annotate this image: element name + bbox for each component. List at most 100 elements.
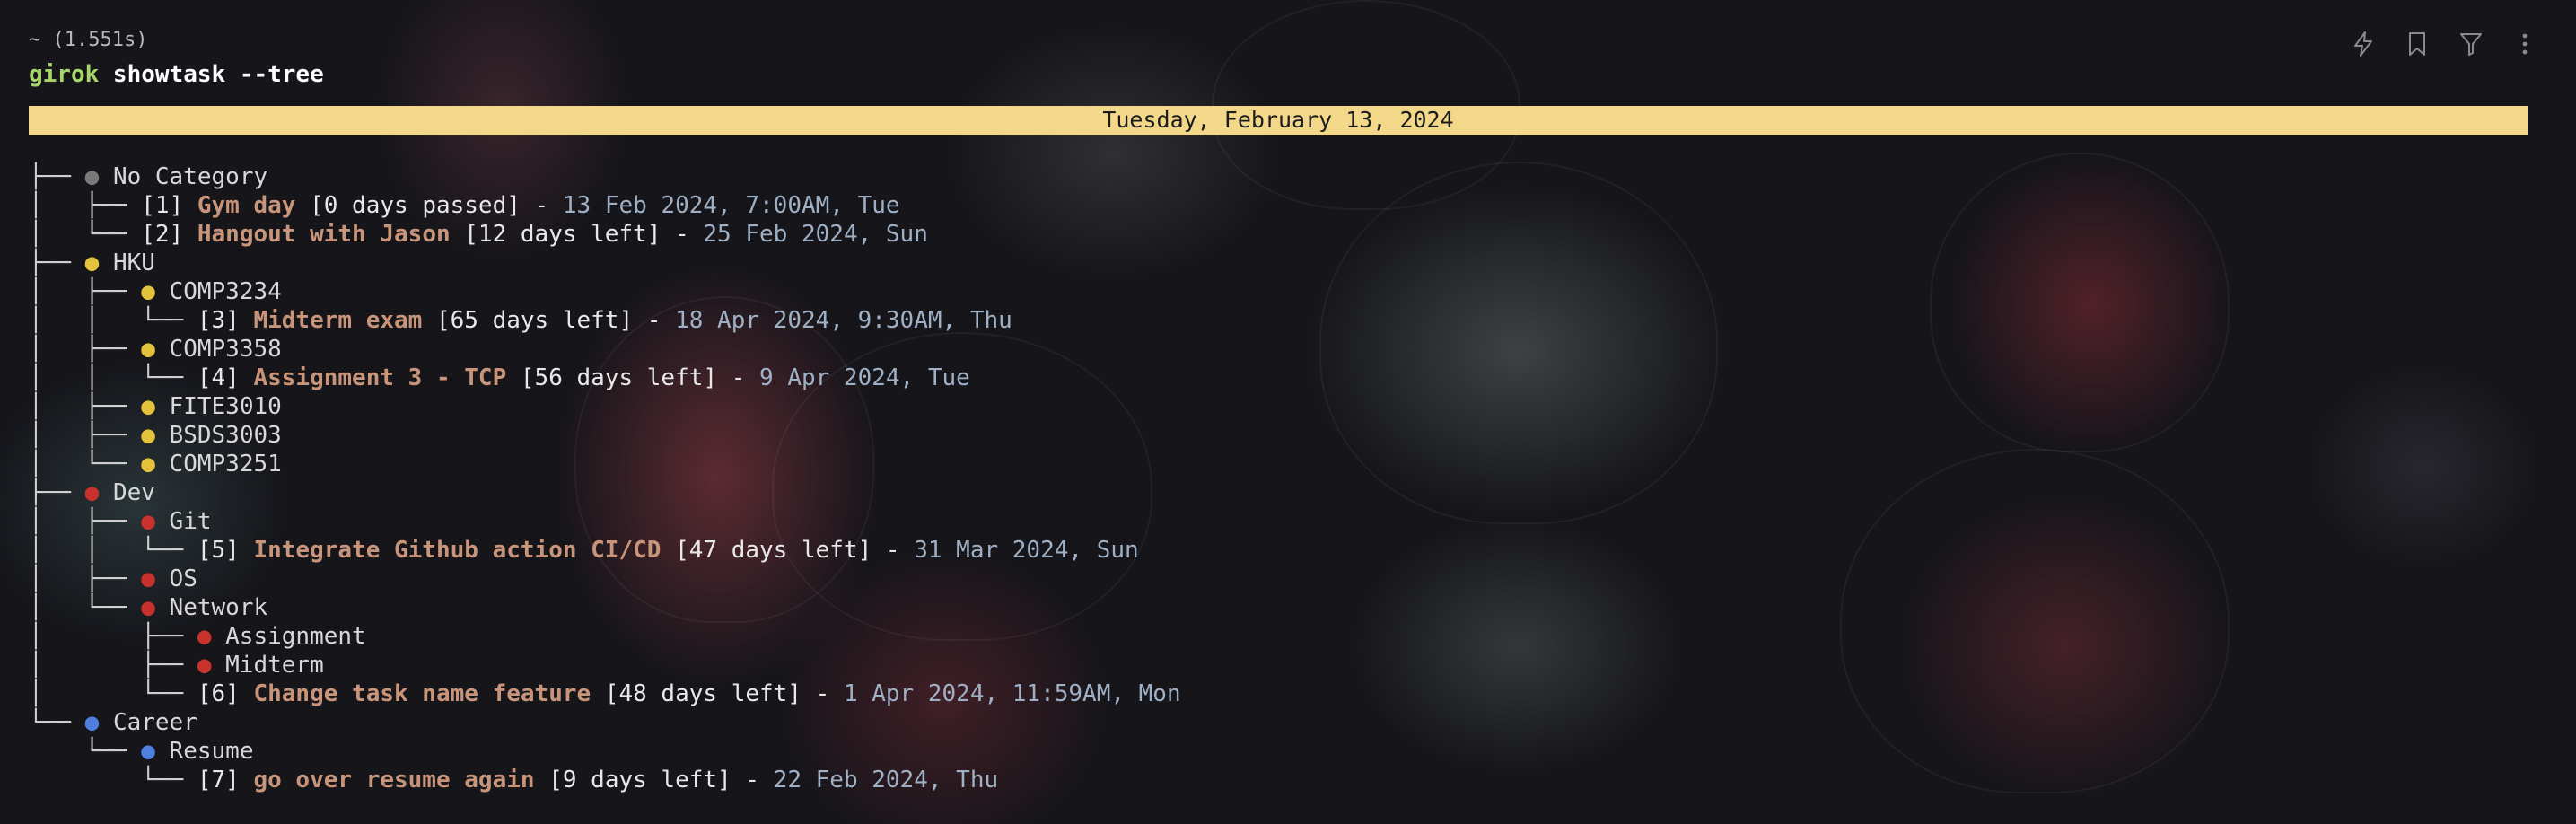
tree-guide: │ ├── xyxy=(29,393,142,420)
tree-category-row: │ ├── ● COMP3234 xyxy=(29,277,1181,306)
category-dot-icon: ● xyxy=(84,163,113,190)
command-arguments: showtask --tree xyxy=(99,61,324,88)
category-label: COMP3234 xyxy=(169,278,282,305)
task-deadline: 25 Feb 2024, Sun xyxy=(703,221,928,248)
task-id: [6] xyxy=(197,680,254,707)
category-dot-icon: ● xyxy=(141,393,170,420)
command-line: girok showtask --tree xyxy=(29,61,324,88)
tree-task-row: │ ├── [1] Gym day [0 days passed] - 13 F… xyxy=(29,191,1181,220)
category-dot-icon: ● xyxy=(141,278,170,305)
category-dot-icon: ● xyxy=(197,652,226,679)
category-dot-icon: ● xyxy=(84,250,113,276)
task-id: [4] xyxy=(197,364,254,391)
task-deadline: 1 Apr 2024, 11:59AM, Mon xyxy=(843,680,1181,707)
tree-guide: │ ├── xyxy=(29,565,142,592)
tree-guide: │ └── xyxy=(29,680,197,707)
category-label: No Category xyxy=(112,163,268,190)
task-name: Midterm exam xyxy=(253,307,423,334)
command-meta: ~ (1.551s) xyxy=(29,29,148,51)
task-remaining: [0 days passed] xyxy=(295,192,521,219)
task-deadline: 22 Feb 2024, Thu xyxy=(773,767,999,793)
category-dot-icon: ● xyxy=(141,336,170,363)
tree-guide: ├── xyxy=(29,479,85,506)
lightning-icon[interactable] xyxy=(2350,29,2377,59)
category-dot-icon: ● xyxy=(141,451,170,478)
task-separator: - xyxy=(661,221,704,248)
tree-guide: │ ├── xyxy=(29,192,142,219)
task-deadline: 13 Feb 2024, 7:00AM, Tue xyxy=(562,192,900,219)
block-toolbar xyxy=(2350,29,2538,59)
category-label: OS xyxy=(169,565,197,592)
category-label: Git xyxy=(169,508,212,535)
more-vertical-icon[interactable] xyxy=(2511,29,2538,59)
task-id: [2] xyxy=(141,221,197,248)
task-id: [7] xyxy=(197,767,254,793)
filter-icon[interactable] xyxy=(2458,29,2484,59)
tree-category-row: │ ├── ● Git xyxy=(29,507,1181,536)
tree-guide: │ ├── xyxy=(29,652,197,679)
tree-task-row: └── [7] go over resume again [9 days lef… xyxy=(29,766,1181,794)
category-dot-icon: ● xyxy=(84,479,113,506)
task-separator: - xyxy=(731,767,774,793)
command-program: girok xyxy=(29,61,100,88)
terminal-window: ~ (1.551s) girok showtask --tree Tuesday… xyxy=(0,0,2576,824)
tree-category-row: │ ├── ● Assignment xyxy=(29,622,1181,651)
task-deadline: 9 Apr 2024, Tue xyxy=(759,364,970,391)
tree-guide: │ │ └── xyxy=(29,537,197,564)
tree-guide: │ ├── xyxy=(29,623,197,650)
task-remaining: [9 days left] xyxy=(534,767,732,793)
tree-category-row: └── ● Resume xyxy=(29,737,1181,766)
tree-guide: │ └── xyxy=(29,594,142,621)
tree-category-row: │ └── ● Network xyxy=(29,593,1181,622)
tree-guide: │ ├── xyxy=(29,422,142,449)
tree-category-row: │ ├── ● COMP3358 xyxy=(29,335,1181,364)
task-separator: - xyxy=(717,364,760,391)
bookmark-icon[interactable] xyxy=(2404,29,2431,59)
category-dot-icon: ● xyxy=(141,738,170,765)
task-name: Change task name feature xyxy=(253,680,591,707)
tree-guide: │ └── xyxy=(29,451,142,478)
tree-category-row: │ └── ● COMP3251 xyxy=(29,450,1181,478)
task-separator: - xyxy=(520,192,563,219)
tree-guide: │ ├── xyxy=(29,336,142,363)
tree-guide: │ ├── xyxy=(29,278,142,305)
tree-category-row: └── ● Career xyxy=(29,708,1181,737)
task-id: [5] xyxy=(197,537,254,564)
category-dot-icon: ● xyxy=(84,709,113,736)
category-dot-icon: ● xyxy=(197,623,226,650)
category-label: COMP3358 xyxy=(169,336,282,363)
tree-guide: │ └── xyxy=(29,221,142,248)
tree-category-row: │ ├── ● Midterm xyxy=(29,651,1181,679)
task-tree: ├── ● No Category │ ├── [1] Gym day [0 da… xyxy=(29,162,1181,794)
tree-guide: └── xyxy=(29,738,142,765)
category-dot-icon: ● xyxy=(141,565,170,592)
task-name: go over resume again xyxy=(253,767,535,793)
tree-category-row: │ ├── ● BSDS3003 xyxy=(29,421,1181,450)
background-jellyfish xyxy=(1319,162,1718,524)
tree-guide: ├── xyxy=(29,163,85,190)
tree-task-row: │ └── [6] Change task name feature [48 d… xyxy=(29,679,1181,708)
task-id: [1] xyxy=(141,192,197,219)
tree-guide: ├── xyxy=(29,250,85,276)
tree-category-row: ├── ● Dev xyxy=(29,478,1181,507)
tree-guide: │ │ └── xyxy=(29,364,197,391)
tree-task-row: │ │ └── [5] Integrate Github action CI/C… xyxy=(29,536,1181,565)
category-label: HKU xyxy=(112,250,155,276)
tree-guide: └── xyxy=(29,767,197,793)
date-banner: Tuesday, February 13, 2024 xyxy=(29,106,2528,135)
task-separator: - xyxy=(872,537,915,564)
tree-category-row: ├── ● No Category xyxy=(29,162,1181,191)
category-dot-icon: ● xyxy=(141,508,170,535)
category-label: Midterm xyxy=(225,652,324,679)
tree-category-row: │ ├── ● OS xyxy=(29,565,1181,593)
category-label: BSDS3003 xyxy=(169,422,282,449)
category-label: Career xyxy=(112,709,197,736)
tree-task-row: │ │ └── [3] Midterm exam [65 days left] … xyxy=(29,306,1181,335)
category-label: Dev xyxy=(112,479,155,506)
tree-category-row: ├── ● HKU xyxy=(29,249,1181,277)
task-remaining: [12 days left] xyxy=(450,221,662,248)
task-remaining: [56 days left] xyxy=(506,364,718,391)
tree-guide: │ │ └── xyxy=(29,307,197,334)
background-jellyfish xyxy=(1212,0,1520,210)
task-separator: - xyxy=(633,307,676,334)
